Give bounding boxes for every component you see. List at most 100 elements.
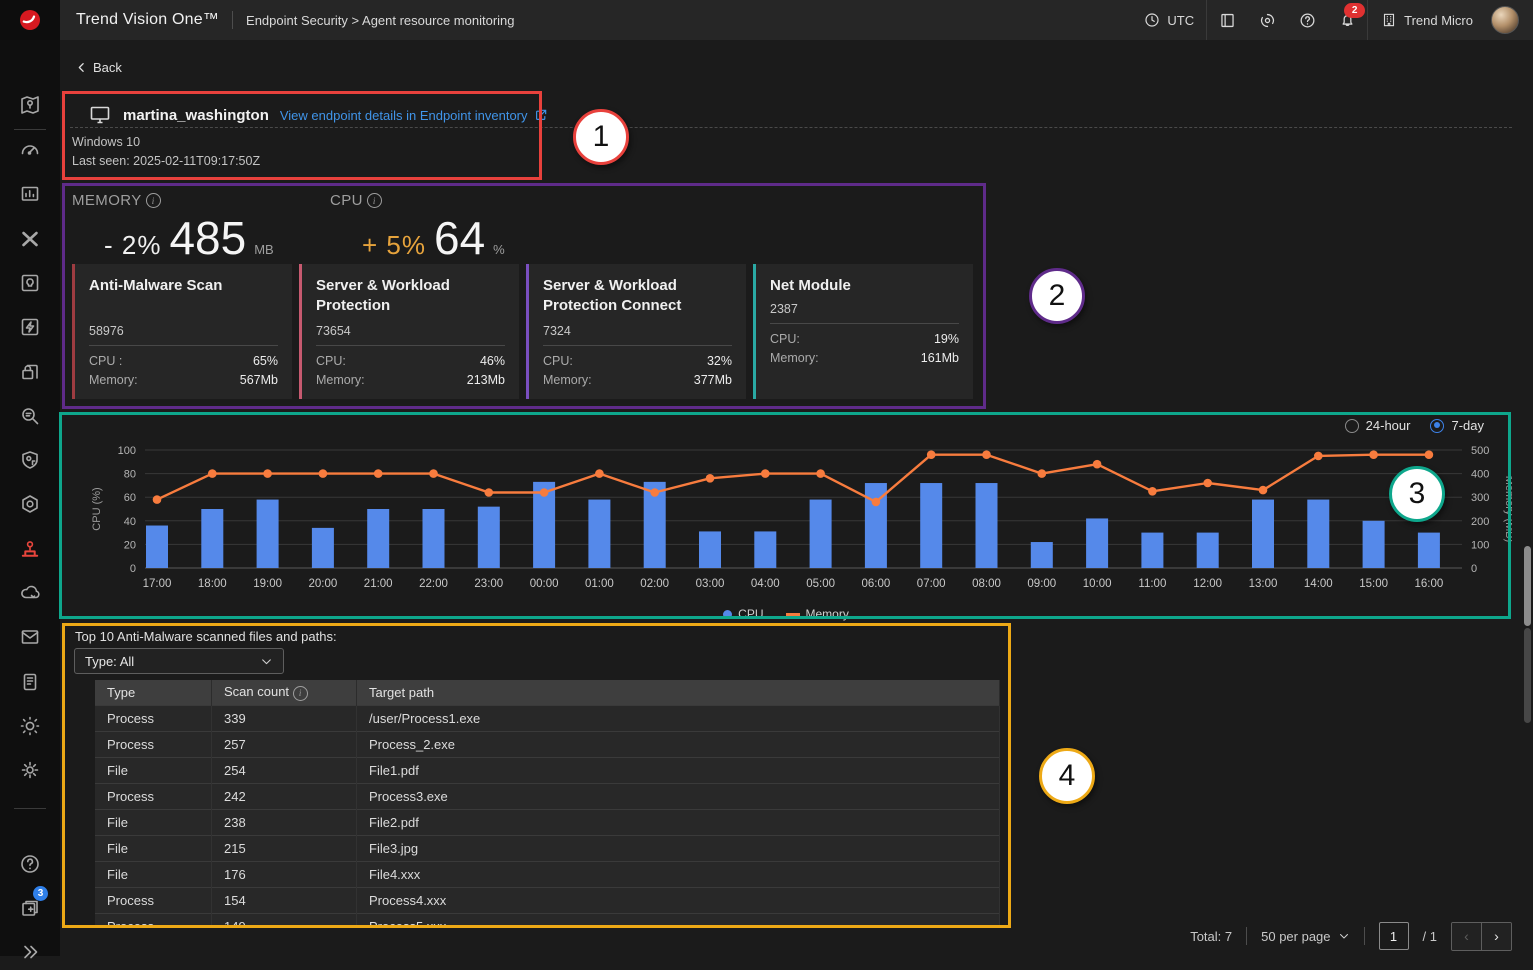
endpoint-security-icon [18, 537, 42, 561]
svg-text:05:00: 05:00 [806, 578, 835, 590]
svg-text:80: 80 [124, 469, 136, 481]
sidebar-item-service-management[interactable] [0, 664, 60, 700]
help-icon [18, 852, 42, 876]
integrations-button[interactable] [1247, 0, 1287, 40]
svg-text:100: 100 [1471, 539, 1489, 551]
table-row: Process257Process_2.exe [95, 732, 1000, 758]
svg-text:60: 60 [124, 492, 136, 504]
sidebar-item-help[interactable] [0, 846, 60, 882]
module-cpu-value: 65% [253, 352, 278, 371]
column-header-type: Type [95, 680, 212, 706]
scan-count-info-icon[interactable]: i [293, 686, 308, 701]
module-count: 58976 [89, 324, 278, 338]
cell-scan-count: 238 [212, 810, 357, 836]
service-management-icon [18, 670, 42, 694]
module-card: Anti-Malware Scan 58976 CPU :65% Memory:… [72, 264, 292, 399]
cell-target-path: File4.xxx [357, 862, 1000, 888]
table-row: Process339/user/Process1.exe [95, 706, 1000, 732]
radio-7-day[interactable]: 7-day [1430, 418, 1484, 433]
total-count: Total: 7 [1190, 929, 1232, 944]
sidebar-item-network-security[interactable] [0, 708, 60, 744]
card-divider [316, 345, 505, 346]
cell-scan-count: 176 [212, 862, 357, 888]
cpu-info-icon[interactable]: i [367, 193, 382, 208]
email-security-icon [18, 625, 42, 649]
page-total: / 1 [1423, 929, 1437, 944]
topbar-divider [232, 11, 233, 29]
module-cpu-value: 46% [480, 352, 505, 371]
back-label: Back [93, 60, 122, 75]
sidebar-item-search[interactable] [0, 398, 60, 434]
sidebar-item-xdr[interactable] [0, 221, 60, 257]
per-page-dropdown[interactable]: 50 per page [1261, 929, 1349, 944]
column-header-target-path: Target path [357, 680, 1000, 706]
card-divider [770, 323, 959, 324]
scrollbar-thumb[interactable] [1524, 546, 1531, 626]
cell-type: File [95, 836, 212, 862]
module-count: 73654 [316, 324, 505, 338]
svg-text:0: 0 [130, 563, 136, 575]
sidebar-item-tasks[interactable]: 3 [0, 890, 60, 926]
endpoint-inventory-link-label: View endpoint details in Endpoint invent… [280, 108, 528, 123]
module-memory-value: 377Mb [694, 371, 732, 390]
reports-icon [18, 182, 42, 206]
search-icon [18, 404, 42, 428]
sidebar-item-policy-management[interactable] [0, 486, 60, 522]
previous-page-button[interactable]: ‹ [1452, 923, 1482, 950]
sidebar-item-settings[interactable] [0, 752, 60, 788]
help-button[interactable] [1287, 0, 1327, 40]
sidebar-item-workbench-map[interactable] [0, 87, 60, 123]
sidebar-item-identity-security[interactable] [0, 442, 60, 478]
radio-label: 7-day [1451, 418, 1484, 433]
cell-type: Process [95, 706, 212, 732]
cpu-legend-label: CPU [738, 607, 763, 621]
data-security-icon [18, 360, 42, 384]
back-button[interactable]: Back [75, 60, 122, 75]
pagination: Total: 7 50 per page 1 / 1 ‹ › [60, 916, 1533, 956]
type-filter-dropdown[interactable]: Type: All [74, 648, 284, 674]
user-avatar[interactable] [1491, 6, 1519, 34]
sidebar-item-data-security[interactable] [0, 354, 60, 390]
workbench-map-icon [18, 93, 42, 117]
endpoint-inventory-link[interactable]: View endpoint details in Endpoint invent… [280, 108, 548, 123]
sidebar-item-risk-dashboard[interactable] [0, 132, 60, 168]
documentation-button[interactable] [1207, 0, 1247, 40]
scrollbar-track[interactable] [1524, 628, 1531, 723]
notifications-button[interactable]: 2 [1327, 0, 1367, 40]
trend-micro-logo[interactable] [0, 0, 60, 40]
next-page-button[interactable]: › [1482, 923, 1511, 950]
module-card: Server & Workload Protection Connect 732… [526, 264, 746, 399]
insights-icon [18, 271, 42, 295]
risk-dashboard-icon [18, 138, 42, 162]
svg-text:14:00: 14:00 [1304, 578, 1333, 590]
svg-text:04:00: 04:00 [751, 578, 780, 590]
sidebar-item-email-security[interactable] [0, 619, 60, 655]
table-row: File215File3.jpg [95, 836, 1000, 862]
external-link-icon [534, 108, 548, 122]
company-menu[interactable]: Trend Micro [1368, 0, 1485, 40]
cpu-label: CPU [330, 192, 363, 209]
scanned-files-table: Type Scan count i Target path Process339… [95, 680, 1000, 928]
module-memory-value: 161Mb [921, 349, 959, 368]
sidebar-item-insights[interactable] [0, 265, 60, 301]
endpoint-last-seen: Last seen: 2025-02-11T09:17:50Z [72, 154, 260, 168]
sidebar-item-reports[interactable] [0, 176, 60, 212]
cell-scan-count: 154 [212, 888, 357, 914]
svg-text:23:00: 23:00 [474, 578, 503, 590]
sidebar-item-cloud-security[interactable] [0, 575, 60, 611]
page-number-input[interactable]: 1 [1379, 922, 1409, 950]
radio-24-hour[interactable]: 24-hour [1345, 418, 1411, 433]
cpu-legend-marker [723, 610, 732, 619]
memory-info-icon[interactable]: i [146, 193, 161, 208]
timezone-button[interactable]: UTC [1131, 0, 1206, 40]
module-cpu-label: CPU: [543, 352, 573, 371]
sidebar-item-automation[interactable] [0, 309, 60, 345]
cpu-unit: % [493, 242, 505, 257]
module-memory-label: Memory: [89, 371, 138, 390]
sidebar-item-endpoint-security[interactable] [0, 531, 60, 567]
cell-type: Process [95, 784, 212, 810]
sidebar-item-collapse[interactable] [0, 934, 60, 970]
svg-text:11:00: 11:00 [1138, 578, 1166, 590]
svg-text:100: 100 [118, 445, 136, 457]
cell-target-path: /user/Process1.exe [357, 706, 1000, 732]
